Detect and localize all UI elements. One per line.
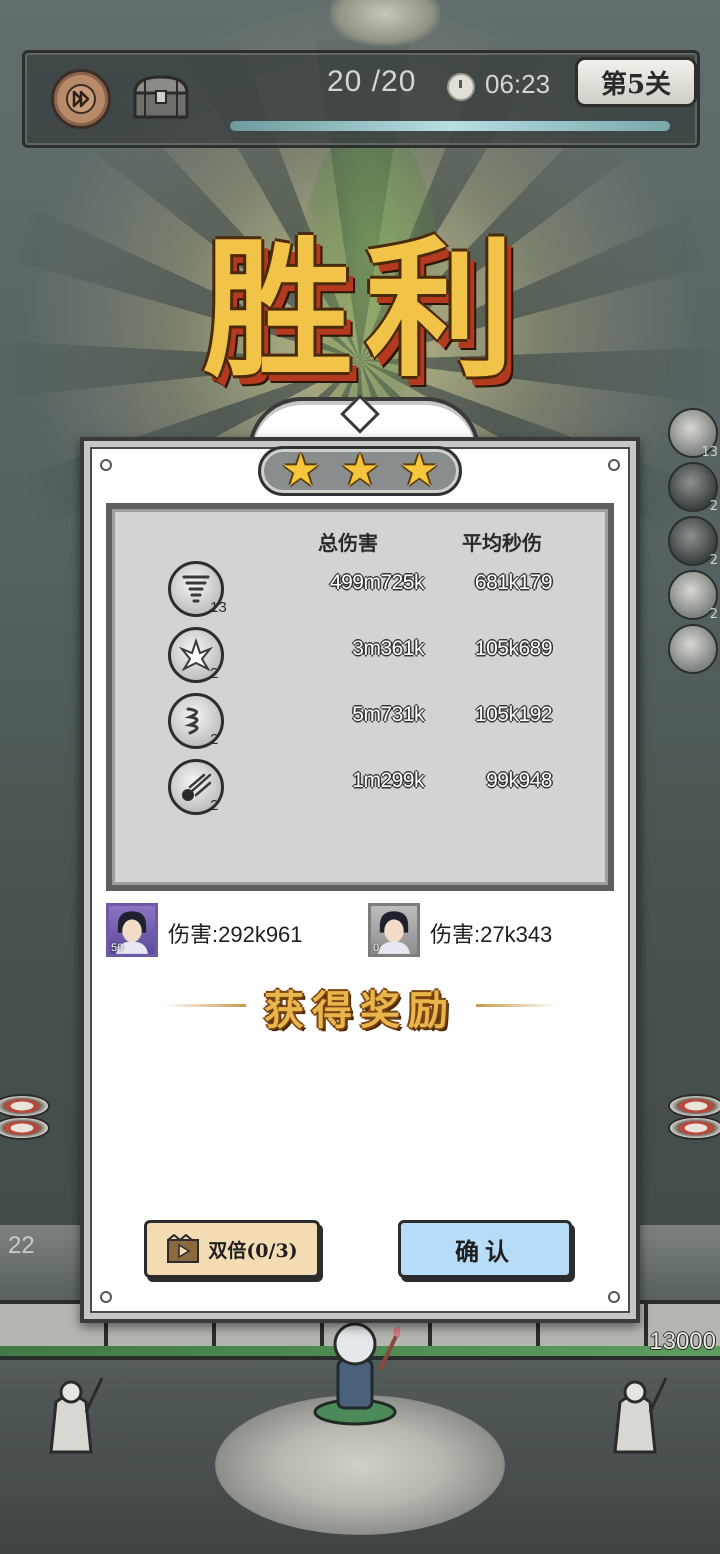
hero-portrait: 50 (106, 903, 158, 957)
skill-total-damage: 499m725k (329, 571, 425, 594)
hero-damage-card: 50 伤害:292k961 (106, 903, 346, 957)
video-ad-icon (167, 1234, 200, 1263)
avg-dps-header: 平均秒伤 (462, 531, 542, 555)
remaining-enemies-count: 22 (8, 1232, 35, 1259)
fast-forward-button[interactable] (51, 69, 111, 129)
skill-stat-row: 13 499m725k 681k179 (112, 561, 608, 623)
corner-rivet (100, 459, 112, 471)
wave-counter: 20 /20 (327, 65, 417, 98)
hero-portrait: 0 (368, 903, 420, 957)
skill-level: 2 (210, 665, 219, 682)
archer-ally-right (600, 1372, 670, 1462)
rewards-title: 获得奖励 (264, 987, 456, 1034)
skill-stat-row: 2 3m361k 105k689 (112, 627, 608, 689)
skill-level: 2 (210, 797, 219, 814)
wave-progress-fill (230, 121, 670, 131)
skill-level: 2 (210, 731, 219, 748)
hero-damage-value: 伤害:292k961 (168, 922, 303, 947)
top-ornament (330, 0, 440, 46)
side-skill-slot-empty (668, 624, 718, 674)
side-skill-count: 2 (709, 553, 718, 568)
treasure-chest-icon (133, 75, 189, 119)
damage-stats-panel: 总伤害 平均秒伤 13 499m725k 681k179 2 3m361k 10… (106, 503, 614, 891)
wave-progress-bar (230, 121, 670, 131)
star-icon: ★ (399, 445, 440, 496)
side-skill-slot: 2 (668, 462, 718, 514)
skill-stat-row: 2 1m299k 99k948 (112, 759, 608, 821)
level-badge: 第5关 (575, 57, 697, 107)
skill-total-damage: 3m361k (352, 637, 424, 660)
archer-ally-left (36, 1372, 106, 1462)
skill-total-damage: 5m731k (352, 703, 424, 726)
corner-rivet (608, 1291, 620, 1303)
skill-avg-dps: 105k192 (474, 703, 553, 726)
plate-stack-right (668, 1094, 720, 1154)
skill-avg-dps: 99k948 (486, 769, 552, 792)
side-skill-slot: 2 (668, 516, 718, 568)
confirm-button[interactable]: 确认 (398, 1220, 572, 1278)
side-skill-count: 13 (701, 445, 718, 460)
double-reward-label: 双倍(0/3) (208, 1239, 298, 1262)
clock-icon (447, 73, 475, 101)
top-hud: 20 /20 06:23 第5关 (22, 50, 700, 148)
skill-level: 13 (210, 599, 227, 616)
hero-level: 0 (373, 942, 380, 954)
hero-damage-card: 0 伤害:27k343 (368, 903, 608, 957)
plate-stack-left (0, 1094, 50, 1154)
side-skill-slot: 13 (668, 408, 718, 460)
side-skill-slot: 2 (668, 570, 718, 622)
confirm-label: 确认 (455, 1236, 515, 1266)
side-skill-count: 2 (709, 607, 718, 622)
hero-character (310, 1320, 403, 1430)
corner-rivet (100, 1291, 112, 1303)
corner-rivet (608, 459, 620, 471)
battle-timer: 06:23 (485, 69, 551, 99)
skill-avg-dps: 105k689 (474, 637, 553, 660)
hero-level: 50 (111, 942, 124, 954)
fast-forward-icon (66, 84, 96, 114)
treasure-chest-button[interactable] (129, 73, 193, 121)
base-hp-value: 13000 (649, 1328, 716, 1355)
double-reward-button[interactable]: 双倍(0/3) (144, 1220, 320, 1278)
total-damage-header: 总伤害 (318, 531, 378, 555)
skill-stat-row: 2 5m731k 105k192 (112, 693, 608, 755)
victory-title: 胜利 (202, 222, 527, 398)
hero-damage-value: 伤害:27k343 (430, 922, 553, 947)
skill-avg-dps: 681k179 (474, 571, 553, 594)
side-skill-count: 2 (709, 499, 718, 514)
star-icon: ★ (280, 445, 321, 496)
star-rating: ★ ★ ★ (258, 446, 462, 496)
skill-total-damage: 1m299k (352, 769, 424, 792)
star-icon: ★ (340, 445, 380, 496)
